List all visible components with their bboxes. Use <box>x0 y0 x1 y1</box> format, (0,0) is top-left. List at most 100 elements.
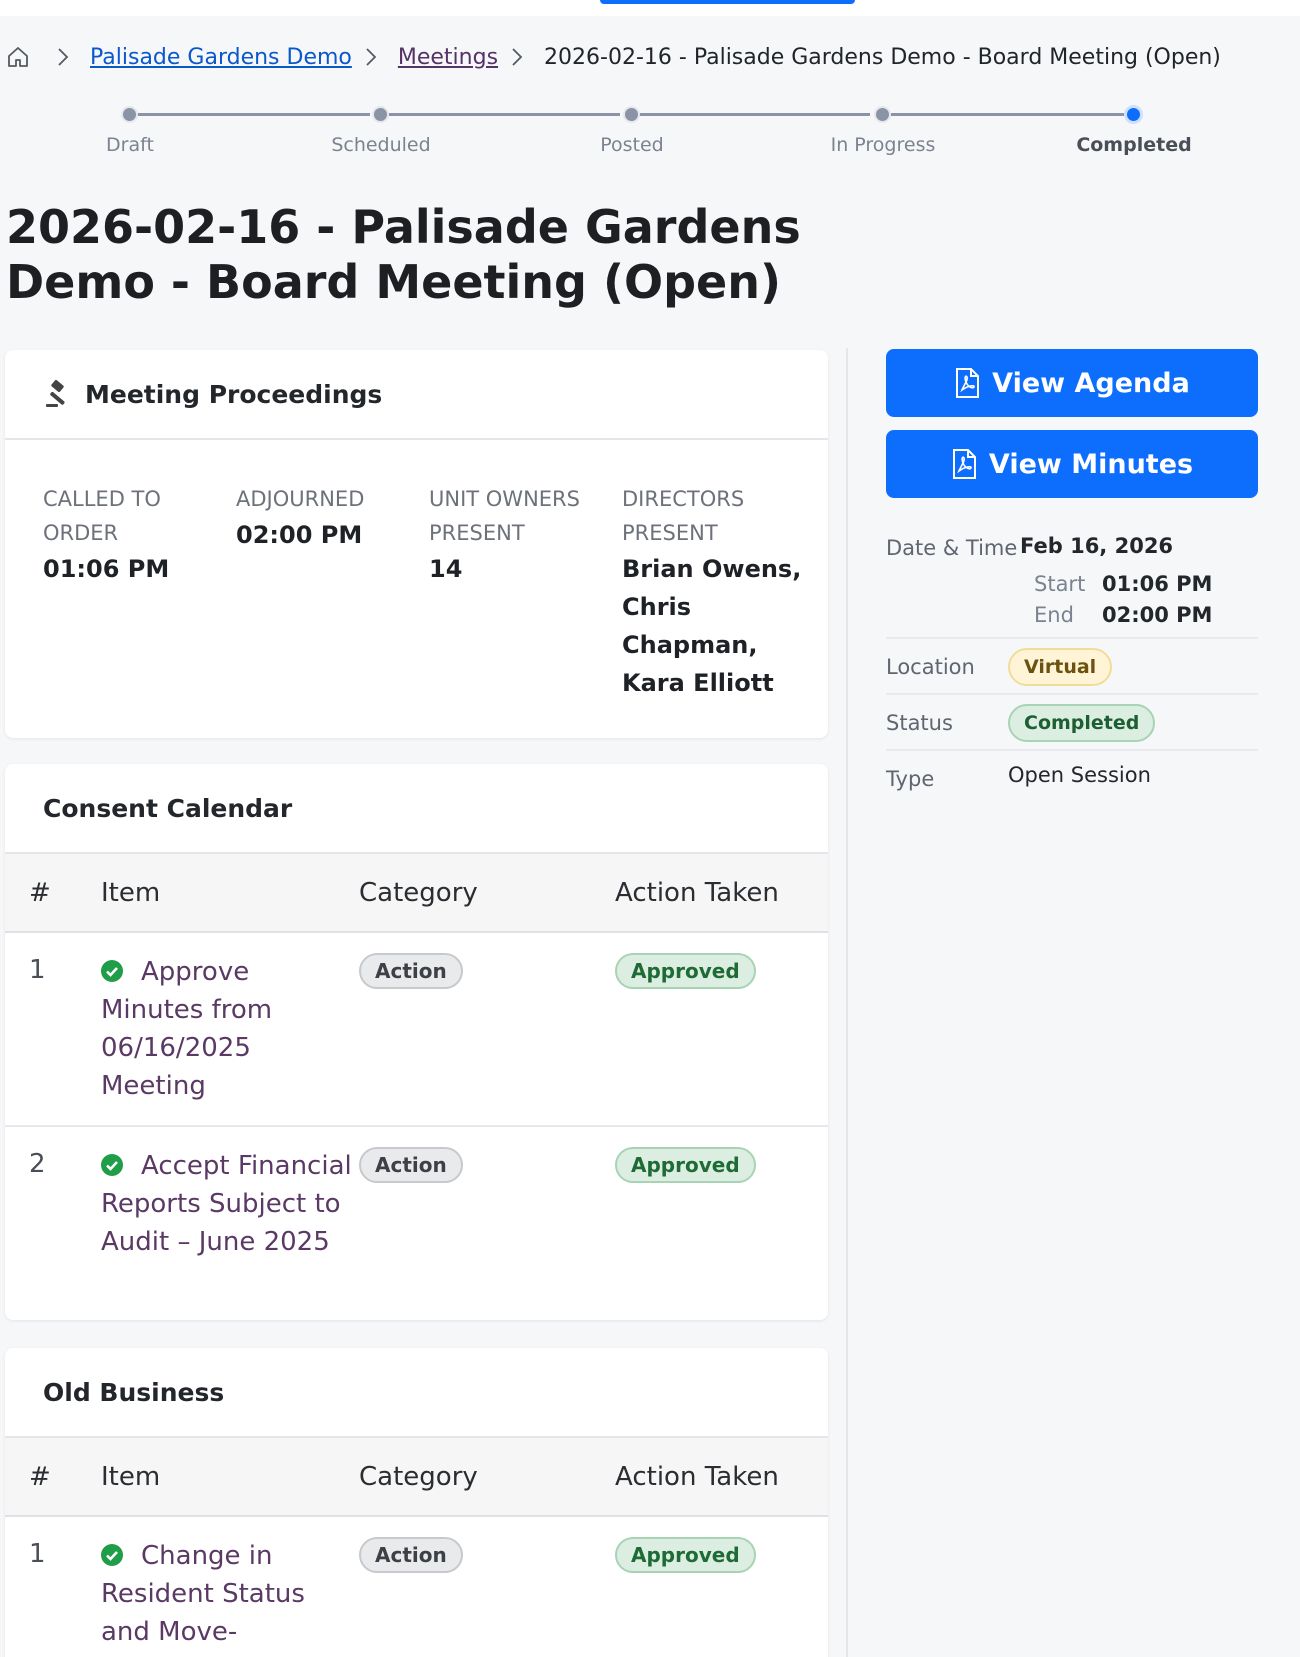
card-header: Meeting Proceedings <box>5 350 828 440</box>
breadcrumb-link-community[interactable]: Palisade Gardens Demo <box>90 45 352 70</box>
column-header-category: Category <box>359 854 615 933</box>
category-cell: Action <box>359 1126 615 1320</box>
category-cell: Action <box>359 1516 615 1657</box>
column-header-number: # <box>5 1438 101 1517</box>
card-header: Old Business <box>5 1348 828 1438</box>
item-title: Accept Financial Reports Subject to Audi… <box>101 1151 352 1257</box>
item-cell: Accept Financial Reports Subject to Audi… <box>101 1126 359 1320</box>
breadcrumb-current: 2026-02-16 - Palisade Gardens Demo - Boa… <box>544 44 1221 70</box>
action-cell: Approved <box>615 1516 828 1657</box>
home-icon[interactable] <box>6 45 30 69</box>
row-number: 1 <box>5 932 101 1127</box>
action-taken-badge: Approved <box>615 1537 756 1573</box>
action-taken-badge: Approved <box>615 1147 756 1183</box>
category-cell: Action <box>359 932 615 1127</box>
table-header-row: # Item Category Action Taken <box>5 854 828 933</box>
date-value: Feb 16, 2026 <box>1020 534 1174 558</box>
date-time-label: Date & Time <box>886 536 1018 560</box>
row-number: 2 <box>29 1149 46 1179</box>
detail-row-date-time: Date & Time Feb 16, 2026 Start 01:06 PM … <box>886 524 1258 639</box>
end-value: 02:00 PM <box>1102 603 1213 627</box>
table-row[interactable]: 2 Accept Financial Reports Subject to Au… <box>5 1126 828 1320</box>
proceedings-body: CALLED TO ORDER 01:06 PM ADJOURNED 02:00… <box>5 440 828 740</box>
location-value-wrap: Virtual <box>1008 648 1113 686</box>
action-cell: Approved <box>615 932 828 1127</box>
location-label: Location <box>886 655 975 679</box>
status-label: Status <box>886 711 953 735</box>
category-badge: Action <box>359 1147 463 1183</box>
unit-owners-present: UNIT OWNERS PRESENT 14 <box>429 482 609 588</box>
view-minutes-label: View Minutes <box>988 448 1194 480</box>
card-title: Meeting Proceedings <box>85 379 383 409</box>
view-agenda-label: View Agenda <box>992 367 1190 399</box>
directors-present: DIRECTORS PRESENT Brian Owens, Chris Cha… <box>622 482 802 702</box>
step-label-in-progress: In Progress <box>830 134 936 156</box>
detail-row-location: Location Virtual <box>886 639 1258 695</box>
item-cell: Change in Resident Status and Move- <box>101 1516 359 1657</box>
stepper-connector <box>880 113 1124 116</box>
item-link[interactable]: Accept Financial Reports Subject to Audi… <box>101 1147 359 1261</box>
adjourned-value: 02:00 PM <box>236 521 363 549</box>
column-header-category: Category <box>359 1438 615 1517</box>
card-title: Consent Calendar <box>43 793 293 823</box>
row-number: 1 <box>29 1539 46 1569</box>
column-header-action-taken: Action Taken <box>615 854 828 933</box>
consent-calendar-table: # Item Category Action Taken 1 Approve M… <box>5 854 828 1320</box>
action-cell: Approved <box>615 1126 828 1320</box>
meeting-proceedings-card: Meeting Proceedings CALLED TO ORDER 01:0… <box>5 350 828 738</box>
called-to-order: CALLED TO ORDER 01:06 PM <box>43 482 223 588</box>
directors-value: Brian Owens, Chris Chapman, Kara Elliott <box>622 555 802 697</box>
stepper-connector <box>130 113 370 116</box>
step-dot-in-progress <box>874 106 891 123</box>
item-title: Change in Resident Status and Move- <box>101 1541 305 1647</box>
directors-label: DIRECTORS PRESENT <box>622 487 745 545</box>
card-header: Consent Calendar <box>5 764 828 854</box>
chevron-right-icon <box>364 47 378 67</box>
column-header-item: Item <box>101 1438 359 1517</box>
step-label-scheduled: Scheduled <box>331 134 431 156</box>
status-value-wrap: Completed <box>1008 704 1156 742</box>
status-badge: Completed <box>1008 704 1156 742</box>
top-bar <box>0 0 1300 16</box>
gavel-icon <box>43 379 73 409</box>
type-label: Type <box>886 767 935 791</box>
stepper-connector <box>630 113 870 116</box>
active-tab-indicator <box>600 0 855 4</box>
step-dot-posted <box>623 106 640 123</box>
view-agenda-button[interactable]: View Agenda <box>886 349 1258 417</box>
item-link[interactable]: Approve Minutes from 06/16/2025 Meeting <box>101 953 359 1105</box>
meeting-details: Date & Time Feb 16, 2026 Start 01:06 PM … <box>886 524 1258 807</box>
end-label: End <box>1034 603 1074 627</box>
called-to-order-label: CALLED TO ORDER <box>43 487 161 545</box>
check-circle-icon <box>101 960 123 982</box>
column-header-action-taken: Action Taken <box>615 1438 828 1517</box>
table-header-row: # Item Category Action Taken <box>5 1438 828 1517</box>
type-value: Open Session <box>1008 763 1151 787</box>
breadcrumb-link-meetings[interactable]: Meetings <box>398 45 498 70</box>
file-pdf-icon <box>954 368 980 398</box>
item-link[interactable]: Change in Resident Status and Move- <box>101 1537 359 1651</box>
table-row[interactable]: 1 Change in Resident Status and Move- Ac… <box>5 1516 828 1657</box>
stepper-connector <box>380 113 620 116</box>
step-dot-scheduled <box>372 106 389 123</box>
consent-calendar-card: Consent Calendar # Item Category Action … <box>5 764 828 1320</box>
step-dot-draft <box>121 106 138 123</box>
chevron-right-icon <box>510 47 524 67</box>
card-title: Old Business <box>43 1377 225 1407</box>
adjourned-label: ADJOURNED <box>236 487 365 511</box>
location-badge: Virtual <box>1008 648 1113 686</box>
category-badge: Action <box>359 1537 463 1573</box>
view-minutes-button[interactable]: View Minutes <box>886 430 1258 498</box>
table-row[interactable]: 1 Approve Minutes from 06/16/2025 Meetin… <box>5 932 828 1127</box>
adjourned: ADJOURNED 02:00 PM <box>236 482 416 554</box>
column-header-number: # <box>5 854 101 933</box>
step-label-draft: Draft <box>106 134 154 156</box>
item-title: Approve Minutes from 06/16/2025 Meeting <box>101 957 273 1101</box>
category-badge: Action <box>359 953 463 989</box>
called-to-order-value: 01:06 PM <box>43 555 170 583</box>
start-value: 01:06 PM <box>1102 572 1213 596</box>
check-circle-icon <box>101 1154 123 1176</box>
file-pdf-icon <box>951 449 977 479</box>
chevron-right-icon <box>56 47 70 67</box>
column-divider <box>846 348 848 1657</box>
